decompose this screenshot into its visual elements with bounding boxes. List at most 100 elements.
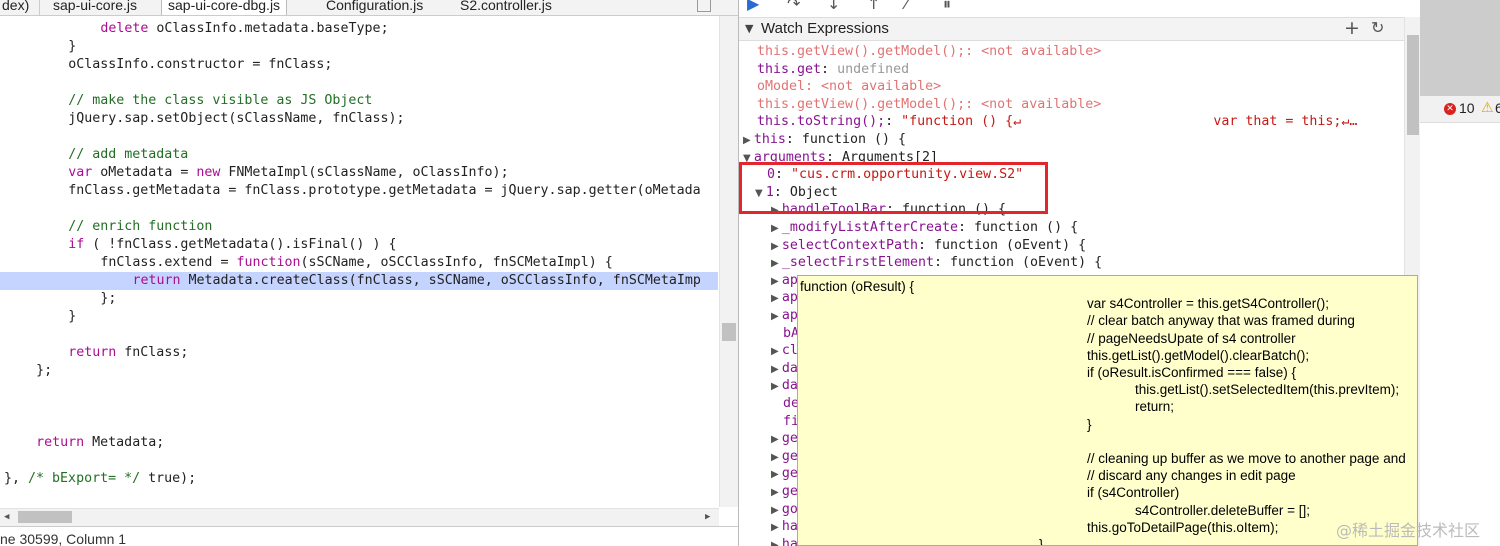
editor-horizontal-scrollbar[interactable]: ◀ ▶ [0,508,719,526]
watch-expressions-header[interactable]: ▼ Watch Expressions + ↻ [739,17,1404,41]
watch-entry[interactable]: ▶ ge [771,448,798,466]
collapsed-triangle-icon[interactable]: ▶ [771,293,782,304]
collapsed-triangle-icon[interactable]: ▶ [771,241,782,252]
watch-entry[interactable]: this.getView().getModel();: <not availab… [757,96,1101,114]
watch-entry[interactable]: ▶ da [771,377,798,395]
watch-entry[interactable]: ▶ selectContextPath: function (oEvent) { [771,237,1086,255]
code-token: oClassInfo.constructor = fnClass; [68,57,333,72]
collapsed-triangle-icon[interactable]: ▶ [771,346,782,357]
pause-on-exceptions-icon[interactable]: ⏸ [943,0,951,14]
code-line-content: return Metadata.createClass(fnClass, sSC… [0,273,700,288]
tooltip-line: } [1087,416,1092,432]
page-preview-area [1420,0,1500,96]
code-token: if [68,237,85,252]
step-out-icon[interactable]: ↑ [867,0,880,13]
code-line-content: if ( !fnClass.getMetadata().isFinal() ) … [0,237,396,252]
collapsed-triangle-icon[interactable]: ▶ [771,223,782,234]
editor-vertical-scrollbar[interactable] [719,16,738,507]
watch-token: cl [781,343,798,359]
watch-entry[interactable]: ▶ cl [771,342,798,360]
tab-configuration[interactable]: Configuration.js [326,0,423,15]
scroll-thumb[interactable] [1407,35,1419,135]
watch-token: ge [781,431,798,447]
code-token: oMetadata = [92,165,197,180]
watch-entry[interactable]: ▶ ha [771,518,798,536]
watch-entry[interactable]: ▶ ge [771,465,798,483]
scroll-thumb[interactable] [722,323,736,341]
tooltip-line: this.getList().setSelectedItem(this.prev… [1135,382,1400,398]
collapsed-triangle-icon[interactable]: ▶ [771,469,782,480]
step-over-icon[interactable]: ↷ [787,0,800,13]
scroll-left-icon[interactable]: ◀ [4,512,9,522]
watch-entry[interactable]: ▶ da [771,360,798,378]
watch-entry[interactable]: ▶ go [771,501,798,519]
tab-sap-ui-core[interactable]: sap-ui-core.js [53,0,137,15]
code-token: } [68,39,77,54]
panel-toggle-icon[interactable] [697,0,711,12]
scroll-right-icon[interactable]: ▶ [705,512,710,522]
code-token: ( !fnClass.getMetadata().isFinal() ) { [84,237,397,252]
watch-entry[interactable]: ▶ ge [771,430,798,448]
step-into-icon[interactable]: ↓ [827,0,840,13]
collapsed-triangle-icon[interactable]: ▶ [771,522,782,533]
code-line: // enrich function [0,218,212,236]
code-token: fnClass.getMetadata = fnClass.prototype.… [68,183,701,198]
code-line: if ( !fnClass.getMetadata().isFinal() ) … [0,236,396,254]
code-line: return fnClass; [0,344,188,362]
code-line-content: jQuery.sap.setObject(sClassName, fnClass… [0,111,404,126]
watch-entry[interactable]: ▶ _modifyListAfterCreate: function () { [771,219,1078,237]
code-line: } [0,38,76,56]
code-token: delete [100,21,149,36]
tooltip-line: if (s4Controller) [1087,485,1180,501]
deactivate-breakpoints-icon[interactable]: ⁄ [905,0,908,13]
code-line-content: } [0,39,76,54]
tab-sap-ui-core-dbg[interactable]: sap-ui-core-dbg.js [161,0,288,15]
console-counter-bar[interactable]: ✕ 10 ⚠ 6 [1420,96,1500,123]
tooltip-line: if (oResult.isConfirmed === false) { [1087,365,1296,380]
code-line-content: fnClass.getMetadata = fnClass.prototype.… [0,183,701,198]
collapsed-triangle-icon[interactable]: ▶ [771,276,782,287]
collapsed-triangle-icon[interactable]: ▶ [743,135,754,146]
collapsed-triangle-icon[interactable]: ▶ [771,381,782,392]
code-line: var oMetadata = new FNMetaImpl(sClassNam… [0,164,509,182]
watch-entry[interactable]: ▶ _selectFirstElement: function (oEvent)… [771,254,1102,272]
collapse-triangle-icon[interactable]: ▼ [745,22,753,35]
collapsed-triangle-icon[interactable]: ▶ [771,311,782,322]
code-token: return [36,435,85,450]
resume-icon[interactable]: ▶ [747,0,759,13]
collapsed-triangle-icon[interactable]: ▶ [771,540,782,546]
code-view[interactable]: delete oClassInfo.metadata.baseType;} oCl… [0,20,718,508]
collapsed-triangle-icon[interactable]: ▶ [771,452,782,463]
code-line: return Metadata; [0,434,164,452]
watch-token: <not available> [981,96,1102,112]
code-line-content: var oMetadata = new FNMetaImpl(sClassNam… [0,165,509,180]
code-token: FNMetaImpl(sClassName, oClassInfo); [220,165,509,180]
code-token: new [196,165,221,180]
tab-index[interactable]: dex) [2,0,29,15]
watch-entry[interactable]: this.toString();: "function () {↵ var th… [757,113,1357,131]
warning-count: 6 [1495,100,1500,116]
tooltip-line: // clear batch anyway that was framed du… [1087,313,1355,329]
watch-entry[interactable]: ▶ ge [771,483,798,501]
collapsed-triangle-icon[interactable]: ▶ [771,434,782,445]
watch-entry[interactable]: ▶ ap [771,307,798,325]
watch-entry[interactable]: oModel: <not available> [757,78,941,96]
code-line: delete oClassInfo.metadata.baseType; [0,20,388,38]
add-expression-icon[interactable]: + [1344,17,1360,39]
code-line-content [0,129,4,144]
scroll-thumb[interactable] [18,511,72,523]
collapsed-triangle-icon[interactable]: ▶ [771,487,782,498]
collapsed-triangle-icon[interactable]: ▶ [771,505,782,516]
collapsed-triangle-icon[interactable]: ▶ [771,258,782,269]
tooltip-line: // cleaning up buffer as we move to anot… [1087,451,1406,466]
watch-entry[interactable]: ▶ ap [771,272,798,290]
watch-entry[interactable]: ▶ ha [771,536,798,546]
watch-entry[interactable]: ▶ ap [771,289,798,307]
watch-entry[interactable]: this.getView().getModel();: <not availab… [757,43,1101,61]
watch-entry[interactable]: ▶ this: function () { [743,131,906,149]
watch-entry[interactable]: this.get: undefined [757,61,909,79]
collapsed-triangle-icon[interactable]: ▶ [771,364,782,375]
watch-token: ge [781,448,798,464]
refresh-icon[interactable]: ↻ [1371,18,1384,37]
tab-s2-controller[interactable]: S2.controller.js [460,0,552,15]
